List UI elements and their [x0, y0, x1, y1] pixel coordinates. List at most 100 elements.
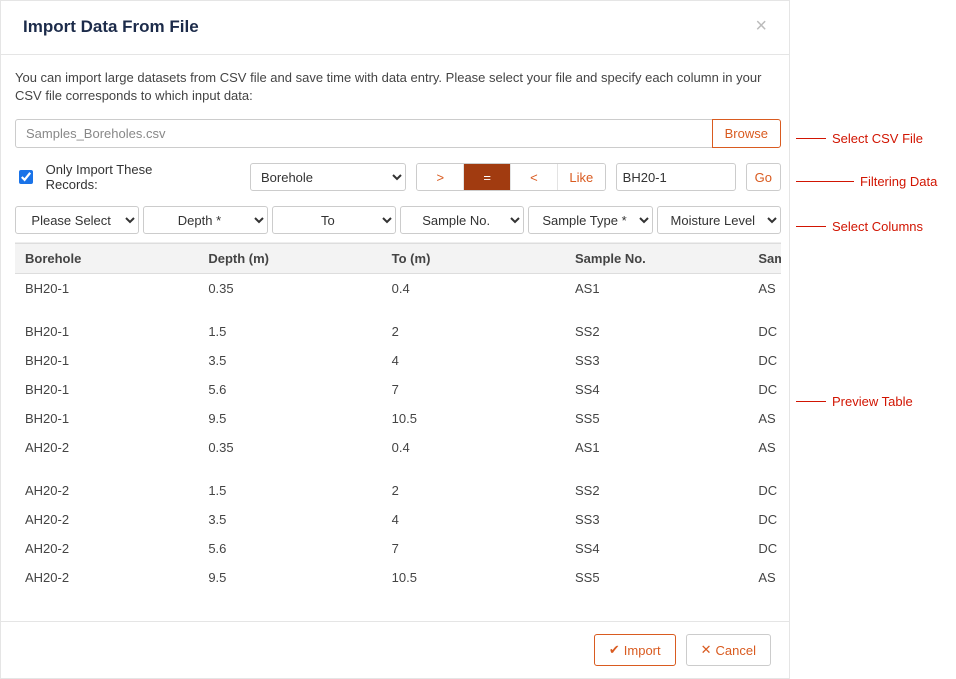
modal-title: Import Data From File	[23, 17, 199, 37]
table-cell: AH20-2	[15, 476, 198, 505]
table-row[interactable]: AH20-29.510.5SS5ASD	[15, 563, 781, 592]
import-button[interactable]: ✔ Import	[594, 634, 676, 666]
table-cell: BH20-1	[15, 375, 198, 404]
go-button[interactable]: Go	[746, 163, 781, 191]
table-cell: AS1	[565, 433, 748, 462]
table-cell: SS4	[565, 375, 748, 404]
table-row[interactable]: BH20-13.54SS3DCM	[15, 346, 781, 375]
table-cell: AS	[748, 274, 781, 304]
table-cell: 10.5	[382, 404, 565, 433]
table-cell: 7	[382, 375, 565, 404]
table-cell: DC	[748, 534, 781, 563]
column-select-2[interactable]: To	[272, 206, 396, 234]
anno-select-cols: Select Columns	[832, 219, 923, 234]
column-select-5[interactable]: Moisture Level	[657, 206, 781, 234]
import-modal: Import Data From File × You can import l…	[0, 0, 790, 679]
table-row[interactable]: BH20-15.67SS4DCM	[15, 375, 781, 404]
table-cell: DC	[748, 317, 781, 346]
table-cell: BH20-1	[15, 274, 198, 304]
table-cell: AS	[748, 404, 781, 433]
table-cell: SS4	[565, 534, 748, 563]
table-cell: 0.4	[382, 433, 565, 462]
table-cell: 0.35	[198, 274, 381, 304]
table-cell: SS2	[565, 476, 748, 505]
table-cell: DC	[748, 375, 781, 404]
table-cell: AH20-2	[15, 505, 198, 534]
table-cell: AH20-2	[15, 433, 198, 462]
table-cell: DC	[748, 505, 781, 534]
table-cell: 5.6	[198, 375, 381, 404]
anno-filtering: Filtering Data	[860, 174, 937, 189]
column-header: To (m)	[382, 244, 565, 274]
op-lt-button[interactable]: <	[511, 164, 558, 190]
table-row[interactable]: AH20-23.54SS3DCM	[15, 505, 781, 534]
instructions-text: You can import large datasets from CSV f…	[15, 69, 781, 105]
table-cell: AS	[748, 563, 781, 592]
close-icon[interactable]: ×	[751, 15, 771, 38]
cancel-button[interactable]: ✕ Cancel	[686, 634, 771, 666]
table-cell: AS1	[565, 274, 748, 304]
table-cell: BH20-1	[15, 317, 198, 346]
preview-table-wrap[interactable]: BoreholeDepth (m)To (m)Sample No.Sample …	[15, 242, 781, 597]
table-cell: 0.4	[382, 274, 565, 304]
file-name-input[interactable]	[15, 119, 713, 148]
table-cell: 10.5	[382, 563, 565, 592]
table-cell: 5.6	[198, 534, 381, 563]
filter-label: Only Import These Records:	[46, 162, 204, 192]
table-cell: AH20-2	[15, 534, 198, 563]
column-header: Depth (m)	[198, 244, 381, 274]
table-cell: 2	[382, 317, 565, 346]
column-select-0[interactable]: Please Select	[15, 206, 139, 234]
table-cell: BH20-1	[15, 346, 198, 375]
x-icon: ✕	[701, 642, 712, 658]
table-cell: 1.5	[198, 317, 381, 346]
op-like-button[interactable]: Like	[558, 164, 605, 190]
filter-row: Only Import These Records: Borehole > = …	[15, 162, 781, 192]
table-cell: 3.5	[198, 505, 381, 534]
table-cell: 1.5	[198, 476, 381, 505]
table-row[interactable]: AH20-20.350.4AS1ASDry	[15, 433, 781, 462]
filter-value-input[interactable]	[616, 163, 736, 191]
column-select-3[interactable]: Sample No.	[400, 206, 524, 234]
filter-field-select[interactable]: Borehole	[250, 163, 406, 191]
file-row: Browse	[15, 119, 781, 148]
column-header: Sample No.	[565, 244, 748, 274]
table-cell: 3.5	[198, 346, 381, 375]
column-header: Sample Type	[748, 244, 781, 274]
table-cell: 0.35	[198, 433, 381, 462]
table-cell: BH20-1	[15, 404, 198, 433]
table-cell: 9.5	[198, 404, 381, 433]
table-cell: 2	[382, 476, 565, 505]
browse-button[interactable]: Browse	[712, 119, 781, 148]
modal-footer: ✔ Import ✕ Cancel	[1, 621, 789, 678]
column-select-1[interactable]: Depth *	[143, 206, 267, 234]
table-row[interactable]: BH20-19.510.5SS5ASD	[15, 404, 781, 433]
table-cell: SS5	[565, 404, 748, 433]
column-header: Borehole	[15, 244, 198, 274]
table-cell: AH20-2	[15, 563, 198, 592]
table-cell: SS3	[565, 505, 748, 534]
table-row[interactable]: AH20-21.52SS2DCDry to Moist	[15, 476, 781, 505]
column-select-4[interactable]: Sample Type *	[528, 206, 652, 234]
op-gt-button[interactable]: >	[417, 164, 464, 190]
table-row[interactable]: AH20-25.67SS4DCM	[15, 534, 781, 563]
table-cell: DC	[748, 476, 781, 505]
check-icon: ✔	[609, 642, 620, 658]
modal-header: Import Data From File ×	[1, 1, 789, 55]
op-eq-button[interactable]: =	[464, 164, 511, 190]
table-cell: DC	[748, 346, 781, 375]
table-cell: 4	[382, 505, 565, 534]
table-cell: AS	[748, 433, 781, 462]
table-row[interactable]: BH20-11.52SS2DCDry to Moist	[15, 317, 781, 346]
table-cell: SS2	[565, 317, 748, 346]
only-import-checkbox[interactable]	[19, 170, 33, 184]
table-cell: 4	[382, 346, 565, 375]
table-cell: 9.5	[198, 563, 381, 592]
horizontal-scrollbar[interactable]	[15, 597, 781, 613]
anno-preview: Preview Table	[832, 394, 913, 409]
anno-select-file: Select CSV File	[832, 131, 923, 146]
table-cell: SS5	[565, 563, 748, 592]
filter-op-group: > = < Like	[416, 163, 605, 191]
table-row[interactable]: BH20-10.350.4AS1ASDry	[15, 274, 781, 304]
preview-table: BoreholeDepth (m)To (m)Sample No.Sample …	[15, 243, 781, 592]
